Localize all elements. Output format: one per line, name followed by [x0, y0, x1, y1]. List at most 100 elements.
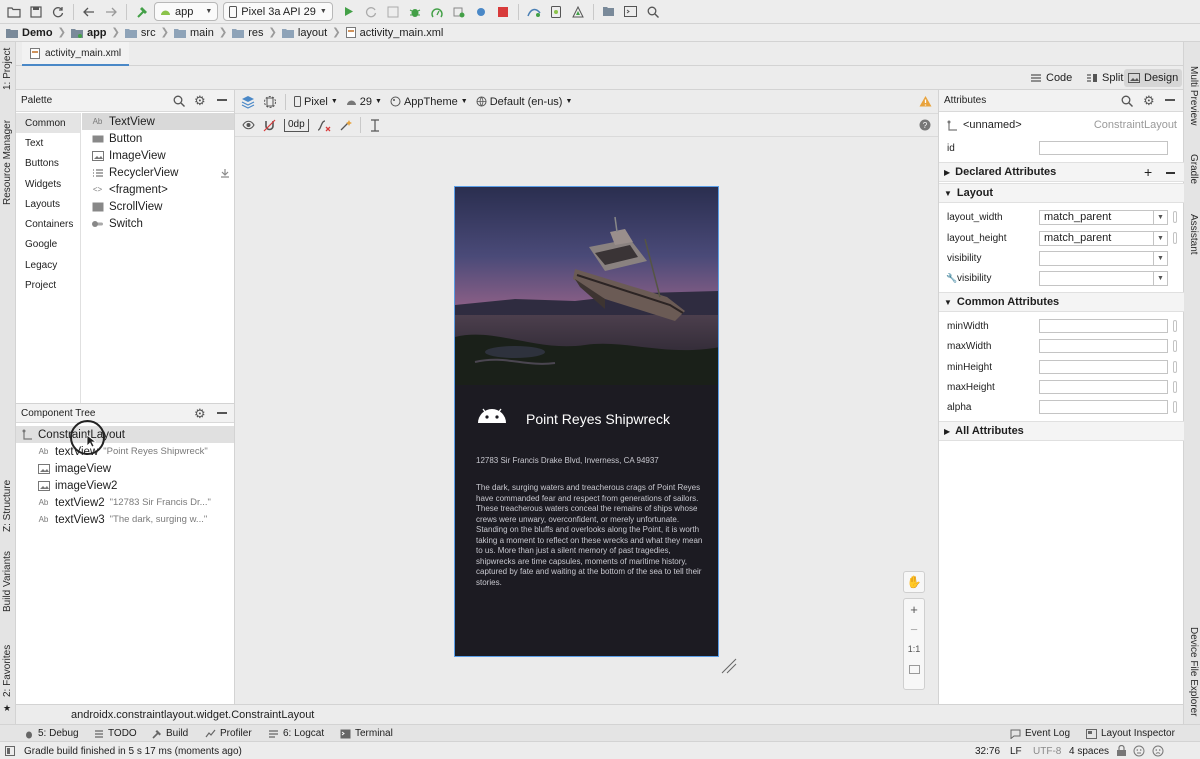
breadcrumb-item-res[interactable]: res — [232, 27, 263, 39]
feedback-face-icon[interactable] — [1152, 745, 1164, 757]
layout-section[interactable]: ▼ Layout — [939, 183, 1184, 203]
split-mode-button[interactable]: Split — [1082, 69, 1127, 87]
id-field[interactable] — [1039, 141, 1168, 155]
debug-attach-icon[interactable] — [471, 2, 491, 22]
sync-gradle-icon[interactable] — [524, 2, 544, 22]
palette-category-widgets[interactable]: Widgets — [16, 174, 80, 194]
palette-item-textview[interactable]: Ab TextView — [82, 113, 234, 130]
palette-item-fragment[interactable]: <> <fragment> — [82, 181, 234, 198]
help-icon[interactable]: ? — [919, 119, 931, 131]
line-separator[interactable]: LF — [1010, 744, 1022, 758]
zoom-out-button[interactable]: − — [904, 619, 924, 639]
api-level-selector[interactable]: 29 ▼ — [346, 96, 382, 108]
sync-icon[interactable] — [48, 2, 68, 22]
resource-picker-handle[interactable] — [1173, 361, 1177, 373]
palette-category-containers[interactable]: Containers — [16, 214, 80, 234]
layout-inspector-tab[interactable]: Layout Inspector — [1086, 726, 1175, 741]
gear-icon[interactable]: ⚙ — [194, 406, 206, 422]
preview-address[interactable]: 12783 Sir Francis Drake Blvd, Inverness,… — [476, 456, 659, 465]
panel-toggle-icon[interactable] — [5, 746, 15, 756]
all-attributes-section[interactable]: ▶ All Attributes — [939, 421, 1184, 441]
search-icon[interactable] — [643, 2, 663, 22]
apply-changes-icon[interactable] — [361, 2, 381, 22]
indent-setting[interactable]: 4 spaces — [1069, 744, 1109, 758]
resize-handle-icon[interactable] — [721, 658, 737, 674]
build-variants-tab[interactable]: Build Variants — [2, 551, 13, 612]
attach-debugger-icon[interactable] — [449, 2, 469, 22]
resource-picker-handle[interactable] — [1173, 340, 1177, 352]
back-arrow-icon[interactable] — [79, 2, 99, 22]
max-width-field[interactable] — [1039, 339, 1168, 353]
favorites-tab[interactable]: 2: Favorites — [2, 645, 13, 697]
terminal-window-icon[interactable] — [621, 2, 641, 22]
clear-constraints-icon[interactable] — [317, 119, 331, 132]
minimize-icon[interactable] — [1165, 99, 1175, 101]
infer-constraints-icon[interactable] — [339, 119, 352, 132]
common-attributes-section[interactable]: ▼ Common Attributes — [939, 292, 1184, 312]
palette-category-google[interactable]: Google — [16, 235, 80, 255]
gradle-tab[interactable]: Gradle — [1188, 154, 1199, 184]
code-mode-button[interactable]: Code — [1026, 69, 1076, 87]
palette-item-recyclerview[interactable]: RecyclerView — [82, 164, 234, 181]
tree-row-textview[interactable]: Ab textView "Point Reyes Shipwreck" — [16, 443, 234, 460]
tools-visibility-dropdown[interactable]: ▼ — [1039, 270, 1168, 286]
palette-category-common[interactable]: Common — [16, 113, 80, 134]
project-tab[interactable]: 1: Project — [2, 48, 13, 90]
preview-title[interactable]: Point Reyes Shipwreck — [526, 411, 670, 427]
resource-picker-handle[interactable] — [1173, 401, 1177, 413]
preview-body[interactable]: The dark, surging waters and treacherous… — [476, 483, 706, 588]
tree-row-textview3[interactable]: Ab textView3 "The dark, surging w..." — [16, 511, 234, 528]
device-file-explorer-tab[interactable]: Device File Explorer — [1188, 627, 1199, 716]
tree-row-textview2[interactable]: Ab textView2 "12783 Sir Francis Dr..." — [16, 494, 234, 511]
palette-item-button[interactable]: Button — [82, 130, 234, 147]
minimize-icon[interactable] — [217, 412, 227, 414]
save-icon[interactable] — [26, 2, 46, 22]
declared-attributes-section[interactable]: ▶ Declared Attributes + — [939, 162, 1184, 182]
avd-manager-icon[interactable] — [546, 2, 566, 22]
device-selector[interactable]: Pixel ▼ — [294, 96, 338, 108]
resource-picker-handle[interactable] — [1173, 232, 1177, 244]
tree-row-imageview[interactable]: imageView — [16, 460, 234, 477]
palette-item-switch[interactable]: Switch — [82, 215, 234, 232]
pan-hand-icon[interactable]: ✋ — [903, 571, 925, 593]
run-icon[interactable] — [339, 2, 359, 22]
sdk-manager-icon[interactable] — [568, 2, 588, 22]
min-width-field[interactable] — [1039, 319, 1168, 333]
breadcrumb-item-module[interactable]: app — [70, 27, 107, 39]
inspector-face-icon[interactable] — [1133, 745, 1145, 757]
remove-attribute-icon[interactable] — [1166, 172, 1175, 174]
forward-arrow-icon[interactable] — [101, 2, 121, 22]
device-dropdown[interactable]: Pixel 3a API 29 ▼ — [223, 2, 333, 21]
palette-category-legacy[interactable]: Legacy — [16, 255, 80, 275]
min-height-field[interactable] — [1039, 360, 1168, 374]
debug-tab[interactable]: 5: Debug — [24, 726, 79, 741]
build-hammer-icon[interactable] — [132, 2, 152, 22]
breadcrumb-item-main[interactable]: main — [173, 27, 214, 39]
resource-manager-tab[interactable]: Resource Manager — [2, 120, 13, 205]
magnet-icon[interactable] — [263, 119, 276, 132]
palette-item-scrollview[interactable]: ScrollView — [82, 198, 234, 215]
structure-tab[interactable]: Z: Structure — [2, 480, 13, 532]
zoom-in-button[interactable]: + — [904, 599, 924, 619]
palette-item-imageview[interactable]: ImageView — [82, 147, 234, 164]
search-icon[interactable] — [1121, 95, 1133, 107]
eye-icon[interactable] — [242, 120, 255, 130]
todo-tab[interactable]: TODO — [94, 726, 137, 741]
build-tab[interactable]: Build — [152, 726, 188, 741]
minimize-icon[interactable] — [217, 99, 227, 101]
visibility-dropdown[interactable]: ▼ — [1039, 250, 1168, 266]
palette-category-layouts[interactable]: Layouts — [16, 194, 80, 214]
tree-row-constraintlayout[interactable]: ConstraintLayout — [16, 426, 234, 443]
zoom-to-fit-button[interactable] — [904, 659, 924, 679]
lock-icon[interactable] — [1116, 745, 1127, 757]
palette-category-text[interactable]: Text — [16, 133, 80, 153]
layout-height-dropdown[interactable]: match_parent ▼ — [1039, 230, 1168, 246]
breadcrumb-item-layout[interactable]: layout — [281, 27, 327, 39]
default-margin-field[interactable]: 0dp — [284, 118, 309, 132]
guidelines-icon[interactable] — [369, 118, 381, 132]
zoom-reset-button[interactable]: 1:1 — [904, 639, 924, 659]
palette-category-buttons[interactable]: Buttons — [16, 154, 80, 174]
multi-preview-tab[interactable]: Multi Preview — [1188, 66, 1199, 125]
android-logo-icon[interactable] — [477, 406, 507, 424]
event-log-tab[interactable]: Event Log — [1010, 726, 1070, 741]
